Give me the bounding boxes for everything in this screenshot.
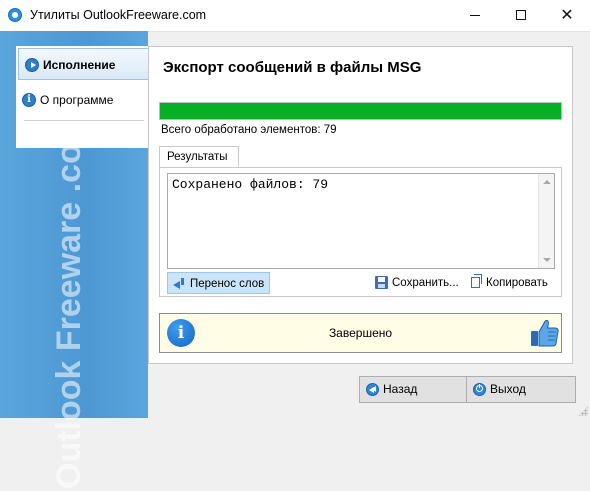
sidebar-item-label: О программе [40, 93, 114, 107]
maximize-button[interactable] [498, 0, 544, 31]
sidebar-divider [24, 120, 144, 121]
window-title: Утилиты OutlookFreeware.com [30, 8, 207, 22]
results-textarea[interactable]: Сохранено файлов: 79 [167, 173, 555, 269]
maximize-icon [516, 10, 526, 20]
word-wrap-button[interactable]: Перенос слов [167, 272, 270, 294]
copy-icon [471, 274, 482, 288]
sidebar-item-about[interactable]: i О программе [16, 84, 148, 118]
results-text: Сохранено файлов: 79 [172, 177, 329, 192]
minimize-icon [470, 15, 480, 16]
results-panel: Сохранено файлов: 79 Перенос слов Сохран… [159, 167, 562, 297]
power-icon [473, 383, 486, 396]
scroll-down-icon[interactable] [543, 258, 551, 262]
sidebar-watermark: Outlook Freeware .com [50, 113, 88, 489]
resize-grip[interactable] [578, 406, 588, 416]
title-bar: Утилиты OutlookFreeware.com ✕ [0, 0, 590, 32]
word-wrap-icon [173, 278, 185, 289]
copy-button[interactable]: Копировать [469, 272, 559, 294]
sidebar-item-execution[interactable]: Исполнение [18, 48, 149, 80]
progress-fill [160, 103, 561, 119]
tab-results[interactable]: Результаты [159, 146, 239, 168]
back-label: Назад [383, 382, 418, 396]
word-wrap-label: Перенос слов [190, 278, 265, 290]
exit-label: Выход [490, 382, 526, 396]
sidebar-nav: Исполнение i О программе [16, 46, 149, 148]
minimize-button[interactable] [452, 0, 498, 31]
back-icon [366, 383, 379, 396]
progress-bar [159, 102, 562, 120]
scroll-up-icon[interactable] [543, 180, 551, 184]
save-label: Сохранить... [392, 277, 459, 289]
close-button[interactable]: ✕ [544, 0, 590, 31]
play-icon [25, 58, 39, 72]
save-button[interactable]: Сохранить... [373, 272, 465, 294]
main-panel: Экспорт сообщений в файлы MSG Всего обра… [148, 46, 573, 364]
back-button[interactable]: Назад [359, 376, 469, 403]
info-icon: i [22, 93, 36, 107]
completion-panel: i Завершено [159, 313, 562, 353]
close-icon: ✕ [560, 7, 574, 24]
exit-button[interactable]: Выход [466, 376, 576, 403]
app-icon [8, 8, 22, 22]
vertical-scrollbar[interactable] [538, 174, 554, 268]
completion-text: Завершено [328, 326, 393, 340]
sidebar-item-label: Исполнение [43, 58, 116, 72]
status-text: Всего обработано элементов: 79 [161, 124, 337, 136]
copy-label: Копировать [486, 277, 548, 289]
page-title: Экспорт сообщений в файлы MSG [163, 59, 422, 76]
save-icon [375, 276, 388, 289]
thumbs-up-icon [531, 319, 559, 347]
